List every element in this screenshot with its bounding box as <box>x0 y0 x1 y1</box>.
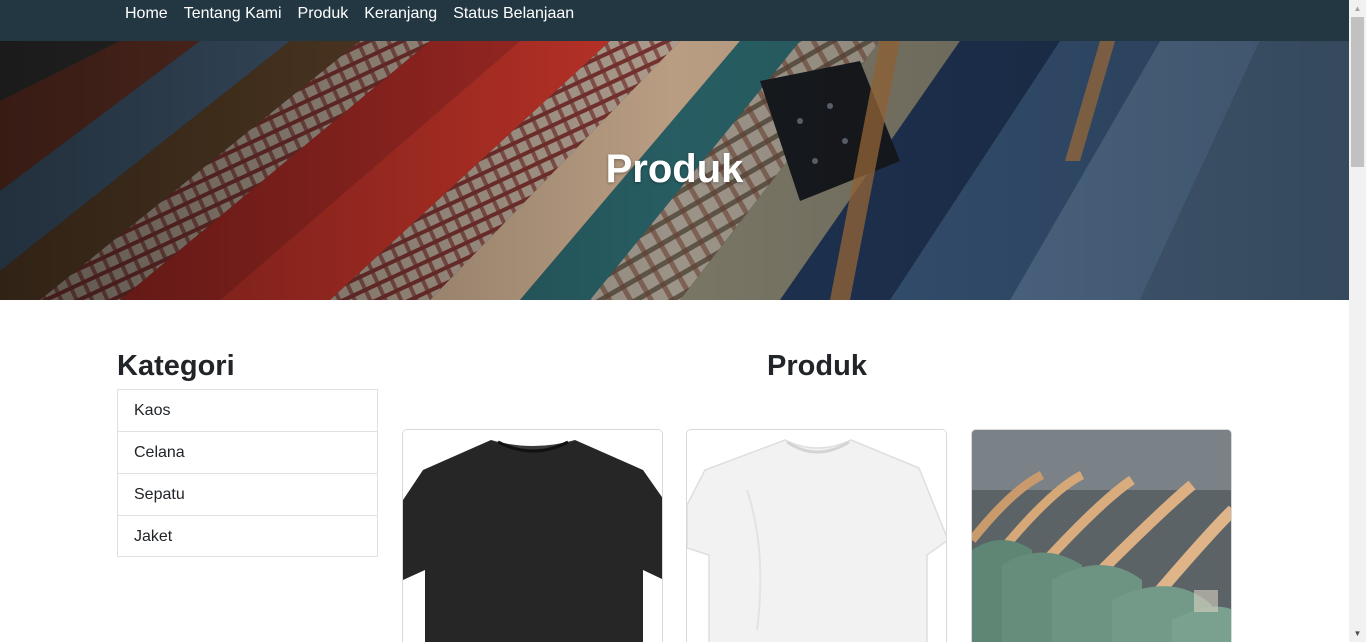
category-item-kaos[interactable]: Kaos <box>118 390 377 432</box>
vertical-scrollbar[interactable]: ▲ ▼ <box>1349 0 1366 642</box>
category-heading: Kategori <box>117 350 235 382</box>
product-card[interactable] <box>402 429 663 642</box>
category-item-celana[interactable]: Celana <box>118 432 377 474</box>
white-tshirt-image <box>687 430 946 642</box>
category-item-jaket[interactable]: Jaket <box>118 516 377 556</box>
scroll-thumb[interactable] <box>1351 17 1364 167</box>
black-tshirt-image <box>403 430 662 642</box>
nav-links: Home Tentang Kami Produk Keranjang Statu… <box>117 0 582 28</box>
category-item-sepatu[interactable]: Sepatu <box>118 474 377 516</box>
page: Home Tentang Kami Produk Keranjang Statu… <box>0 0 1349 642</box>
products-heading: Produk <box>767 350 867 382</box>
nav-cart-link[interactable]: Keranjang <box>356 0 445 28</box>
product-card[interactable] <box>971 429 1232 642</box>
nav-home-link[interactable]: Home <box>117 0 176 28</box>
category-list: Kaos Celana Sepatu Jaket <box>117 389 378 557</box>
scroll-up-arrow-icon[interactable]: ▲ <box>1349 0 1366 17</box>
nav-about-link[interactable]: Tentang Kami <box>176 0 290 28</box>
scroll-down-arrow-icon[interactable]: ▼ <box>1349 625 1366 642</box>
hero-banner: Produk <box>0 41 1349 300</box>
green-shirts-on-hangers-image <box>972 430 1231 642</box>
nav-products-link[interactable]: Produk <box>290 0 357 28</box>
product-card[interactable] <box>686 429 947 642</box>
hero-title: Produk <box>605 147 744 191</box>
navbar: Home Tentang Kami Produk Keranjang Statu… <box>0 0 1349 41</box>
nav-order-status-link[interactable]: Status Belanjaan <box>445 0 582 28</box>
